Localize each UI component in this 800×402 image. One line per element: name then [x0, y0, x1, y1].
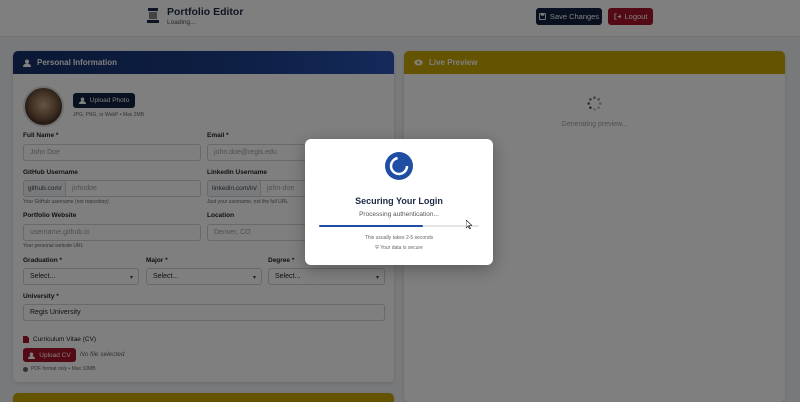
modal-title: Securing Your Login — [355, 196, 443, 206]
login-security-modal: Securing Your Login Processing authentic… — [305, 139, 493, 265]
modal-status: Processing authentication... — [359, 211, 439, 218]
security-spinner-icon — [385, 152, 413, 180]
modal-secure-text: Your data is secure — [380, 245, 423, 251]
mouse-cursor-icon — [466, 220, 472, 229]
auth-progress-fill — [319, 225, 423, 227]
auth-progress-bar — [319, 225, 479, 227]
modal-secure-note: ⛨ Your data is secure — [305, 245, 493, 251]
shield-icon: ⛨ — [375, 245, 379, 251]
modal-duration-note: This usually takes 2-5 seconds — [364, 235, 434, 241]
